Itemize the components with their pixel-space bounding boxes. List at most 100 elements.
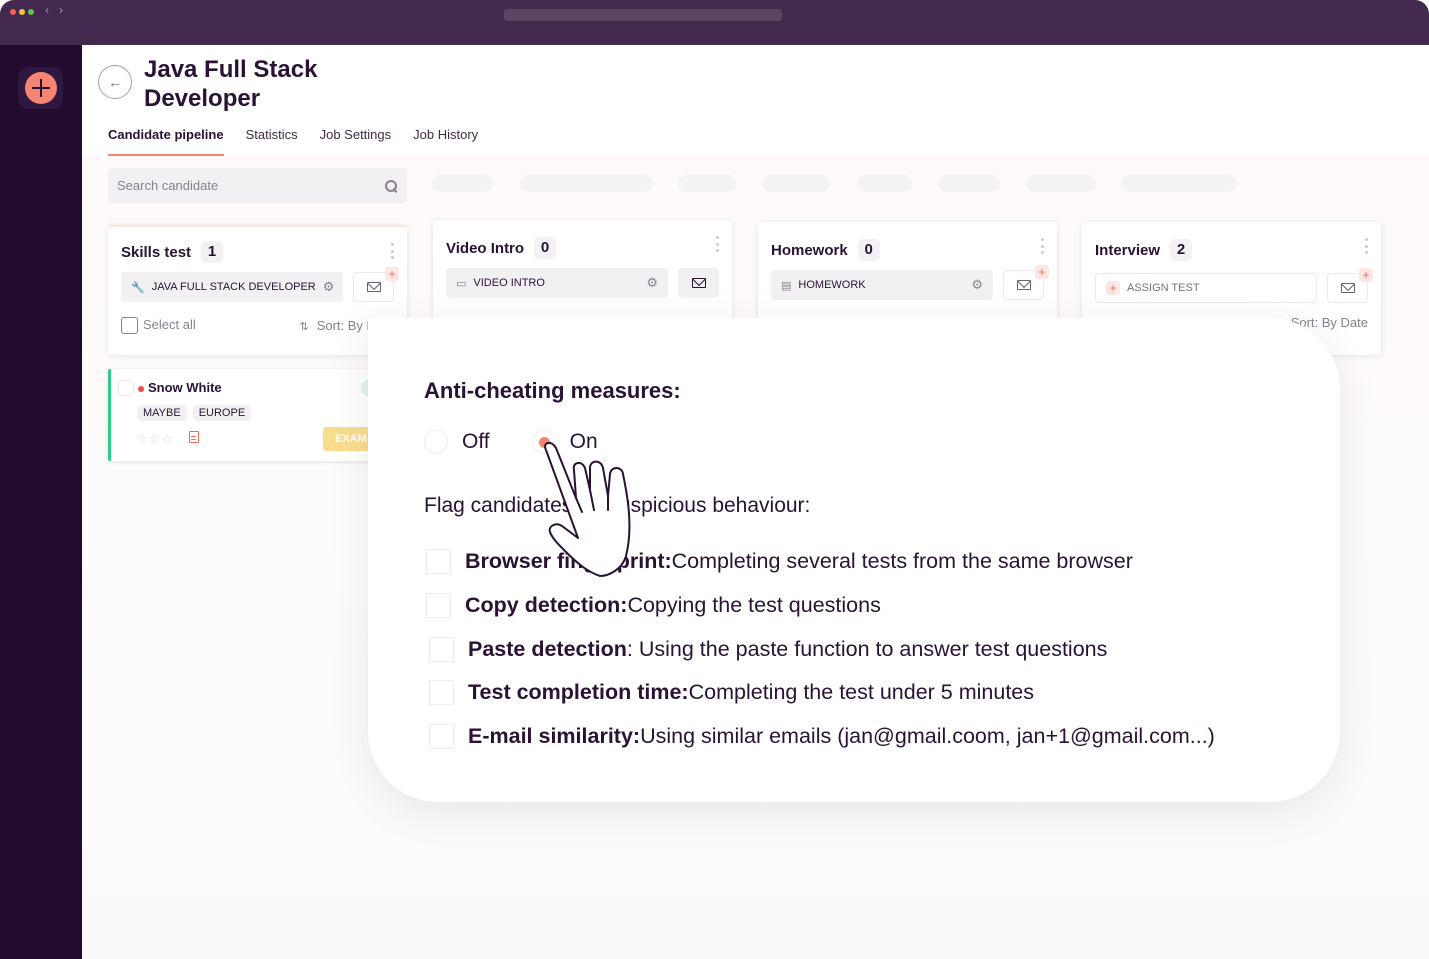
filter-pill[interactable] xyxy=(678,175,736,192)
test-chip[interactable]: 🔧 JAVA FULL STACK DEVELOPER ⚙ xyxy=(121,272,343,302)
tab-bar: Candidate pipeline Statistics Job Settin… xyxy=(108,127,500,156)
more-options-icon[interactable] xyxy=(716,236,720,252)
rule-name: E-mail similarity: xyxy=(468,724,641,749)
rule-description: Using similar emails (jan@gmail.coom, ja… xyxy=(640,724,1215,749)
select-all-checkbox[interactable] xyxy=(121,317,138,335)
close-window-button[interactable] xyxy=(10,9,16,15)
radio-off-label[interactable]: Off xyxy=(462,430,490,454)
rule-checkbox[interactable] xyxy=(429,724,454,750)
page-title: Java Full Stack Developer xyxy=(144,56,318,112)
tag: EUROPE xyxy=(192,405,252,421)
sidebar xyxy=(0,45,82,959)
candidate-checkbox[interactable] xyxy=(118,380,134,396)
document-icon[interactable] xyxy=(189,431,199,443)
search-input[interactable] xyxy=(117,178,384,193)
rule-name: Browser fingerprint: xyxy=(465,549,672,574)
test-chip-label: HOMEWORK xyxy=(798,279,866,291)
rule-test-completion-time: Test completion time: Completing the tes… xyxy=(429,671,1215,715)
rule-checkbox[interactable] xyxy=(429,636,454,662)
anti-cheating-toggle: Off On xyxy=(424,430,640,454)
candidate-name: Snow White xyxy=(148,380,222,395)
more-options-icon[interactable] xyxy=(391,243,395,259)
tag: MAYBE xyxy=(137,405,187,421)
filter-pill[interactable] xyxy=(432,175,493,192)
rule-checkbox[interactable] xyxy=(429,680,454,706)
flag-label: Flag candidates for suspicious behaviour… xyxy=(424,494,811,517)
assign-test-button[interactable]: + ASSIGN TEST xyxy=(1095,273,1317,303)
filter-pill[interactable] xyxy=(938,175,1000,192)
plus-icon: + xyxy=(1035,265,1049,279)
rule-checkbox[interactable] xyxy=(426,593,451,619)
test-chip[interactable]: ▤ HOMEWORK ⚙ xyxy=(771,270,993,300)
email-button[interactable] xyxy=(678,268,719,298)
mail-icon xyxy=(1340,283,1355,293)
select-all-label: Select all xyxy=(143,317,196,332)
filter-pill[interactable] xyxy=(1121,175,1237,192)
rule-name: Copy detection: xyxy=(465,593,628,618)
back-button[interactable]: ← xyxy=(98,65,132,99)
radio-off[interactable] xyxy=(424,430,448,454)
video-icon: ▭ xyxy=(456,277,467,290)
email-button[interactable]: + xyxy=(1327,268,1373,303)
select-row: Select all ⇅ Sort: By Date xyxy=(121,317,394,335)
column-count: 0 xyxy=(534,237,557,259)
window-controls xyxy=(10,9,34,15)
email-button[interactable]: + xyxy=(353,267,399,302)
star-rating[interactable]: ☆☆☆ xyxy=(136,431,174,447)
add-button[interactable] xyxy=(18,67,63,109)
test-chip-label: ASSIGN TEST xyxy=(1127,282,1200,294)
pipeline-column-skills-test: Skills test 1 🔧 JAVA FULL STACK DEVELOPE… xyxy=(108,225,407,355)
column-title: Homework xyxy=(771,241,848,259)
rule-description: Copying the test questions xyxy=(627,593,881,618)
gear-icon[interactable]: ⚙ xyxy=(646,275,658,291)
gear-icon[interactable]: ⚙ xyxy=(971,277,983,293)
browser-forward-icon[interactable]: › xyxy=(59,3,63,17)
filter-pill[interactable] xyxy=(857,175,912,192)
wrench-icon: 🔧 xyxy=(131,281,145,294)
test-chip-label: JAVA FULL STACK DEVELOPER xyxy=(151,281,316,293)
maximize-window-button[interactable] xyxy=(28,9,34,15)
filter-pill[interactable] xyxy=(762,175,830,192)
filter-pill[interactable] xyxy=(520,175,653,192)
column-header: Video Intro 0 xyxy=(446,237,557,259)
column-title: Video Intro xyxy=(446,239,525,257)
radio-on[interactable] xyxy=(531,430,556,454)
status-dot xyxy=(138,386,144,392)
address-bar[interactable] xyxy=(504,9,782,21)
filter-pill[interactable] xyxy=(1026,175,1096,192)
tab-job-settings[interactable]: Job Settings xyxy=(320,127,392,156)
plus-icon xyxy=(24,72,57,104)
email-button[interactable]: + xyxy=(1003,265,1049,300)
column-header: Homework 0 xyxy=(771,239,880,261)
column-title: Interview xyxy=(1095,241,1161,259)
gear-icon[interactable]: ⚙ xyxy=(323,279,335,295)
column-count: 0 xyxy=(857,239,880,261)
app-window: ‹ › ← Java Full Stack Developer Candidat… xyxy=(0,0,1429,959)
anti-cheating-title: Anti-cheating measures: xyxy=(424,378,681,403)
tab-statistics[interactable]: Statistics xyxy=(246,127,298,156)
browser-titlebar: ‹ › xyxy=(0,0,1429,45)
column-count: 2 xyxy=(1170,239,1193,261)
candidate-tags: MAYBE EUROPE xyxy=(137,405,252,421)
search-icon[interactable] xyxy=(384,179,398,193)
minimize-window-button[interactable] xyxy=(19,9,25,15)
browser-back-icon[interactable]: ‹ xyxy=(45,3,49,17)
column-header: Skills test 1 xyxy=(121,241,224,263)
candidate-card[interactable]: Snow White MAYBE EUROPE ☆☆☆ EXAM xyxy=(108,369,388,461)
arrow-left-icon: ← xyxy=(108,74,122,90)
test-chip[interactable]: ▭ VIDEO INTRO ⚙ xyxy=(446,268,668,298)
tab-candidate-pipeline[interactable]: Candidate pipeline xyxy=(108,127,224,156)
mail-icon xyxy=(366,282,381,292)
rule-description: Completing several tests from the same b… xyxy=(671,549,1133,574)
rule-list: Browser fingerprint: Completing several … xyxy=(426,540,1215,758)
tab-job-history[interactable]: Job History xyxy=(413,127,478,156)
rule-description: Completing the test under 5 minutes xyxy=(688,680,1034,705)
more-options-icon[interactable] xyxy=(1365,238,1369,254)
test-chip-label: VIDEO INTRO xyxy=(473,277,545,289)
rule-name: Paste detection xyxy=(468,636,627,661)
radio-on-label[interactable]: On xyxy=(570,430,598,454)
rule-checkbox[interactable] xyxy=(426,549,451,575)
column-title: Skills test xyxy=(121,243,192,261)
select-all-group: Select all xyxy=(121,317,196,335)
more-options-icon[interactable] xyxy=(1041,238,1045,254)
